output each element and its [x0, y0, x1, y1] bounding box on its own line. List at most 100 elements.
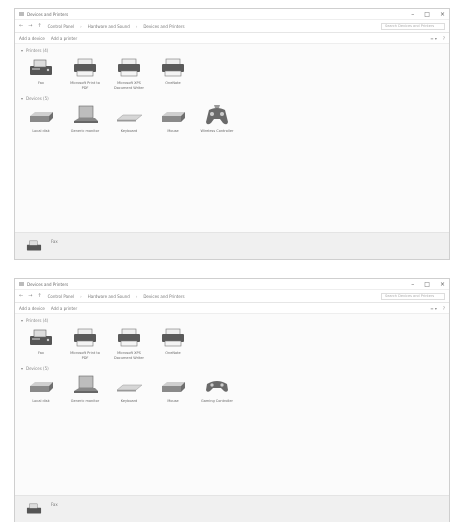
device-item-mouse[interactable]: Mouse: [155, 105, 191, 134]
printers-group-label: Printers (4): [26, 48, 49, 53]
breadcrumb-item[interactable]: Control Panel: [48, 24, 75, 29]
add-device-button[interactable]: Add a device: [19, 36, 45, 41]
printer-item-fax[interactable]: Fax: [23, 327, 59, 360]
printers-group-header[interactable]: ▾ Printers (4): [15, 314, 449, 325]
collapse-caret-icon[interactable]: ▾: [21, 366, 23, 371]
device-label: Local disk: [32, 399, 50, 403]
maximize-icon[interactable]: □: [424, 281, 430, 288]
device-item-mouse[interactable]: Mouse: [155, 375, 191, 404]
window-title: Devices and Printers: [27, 281, 69, 287]
fax-icon: [26, 240, 42, 251]
device-item-keyboard[interactable]: Keyboard: [111, 105, 147, 134]
printers-group-label: Printers (4): [26, 318, 49, 323]
printer-label: Fax: [38, 81, 44, 85]
breadcrumb-item[interactable]: Devices and Printers: [143, 294, 184, 299]
device-label: Generic monitor: [70, 399, 100, 403]
printer-item-fax[interactable]: Fax: [23, 57, 59, 90]
maximize-icon[interactable]: □: [424, 11, 430, 18]
device-item-keyboard[interactable]: Keyboard: [111, 375, 147, 404]
device-item-disk[interactable]: Local disk: [23, 375, 59, 404]
device-label: Keyboard: [120, 129, 138, 133]
view-options-icon[interactable]: ≡ ▾: [430, 36, 437, 41]
printer-icon: [70, 57, 100, 79]
add-printer-button[interactable]: Add a printer: [51, 306, 77, 311]
search-input[interactable]: Search Devices and Printers: [381, 292, 445, 300]
printer-icon: [158, 57, 188, 79]
printer-label: Fax: [38, 351, 44, 355]
minimize-icon[interactable]: –: [411, 11, 414, 18]
window-icon: [19, 282, 24, 286]
devices-list: Local disk Generic monitor Keyboard Mous…: [15, 373, 449, 406]
breadcrumb-separator-icon: ›: [80, 293, 82, 299]
address-bar: ← → ↑ Control Panel › Hardware and Sound…: [15, 290, 449, 303]
view-options-icon[interactable]: ≡ ▾: [430, 306, 437, 311]
devices-group-header[interactable]: ▾ Devices (5): [15, 362, 449, 373]
game-controller-icon: [202, 375, 232, 397]
forward-icon[interactable]: →: [28, 23, 32, 29]
collapse-caret-icon[interactable]: ▾: [21, 318, 23, 323]
collapse-caret-icon[interactable]: ▾: [21, 48, 23, 53]
minimize-icon[interactable]: –: [411, 281, 414, 288]
title-bar: Devices and Printers – □ ×: [15, 9, 449, 20]
forward-icon[interactable]: →: [28, 293, 32, 299]
device-item-controller[interactable]: Wireless Controller: [199, 105, 235, 134]
details-title: Fax: [51, 239, 58, 244]
collapse-caret-icon[interactable]: ▾: [21, 96, 23, 101]
device-item-disk[interactable]: Local disk: [23, 105, 59, 134]
game-controller-icon: [202, 105, 232, 127]
help-icon[interactable]: ?: [443, 306, 445, 311]
breadcrumb-item[interactable]: Hardware and Sound: [88, 24, 130, 29]
device-item-controller[interactable]: Gaming Controller: [199, 375, 235, 404]
printer-item-pdf[interactable]: Microsoft Print to PDF: [67, 57, 103, 90]
address-bar: ← → ↑ Control Panel › Hardware and Sound…: [15, 20, 449, 33]
printer-icon: [70, 327, 100, 349]
printer-label: Microsoft XPS Document Writer: [114, 351, 144, 360]
devices-list: Local disk Generic monitor Keyboard Mous…: [15, 103, 449, 136]
printer-item-pdf[interactable]: Microsoft Print to PDF: [67, 327, 103, 360]
printers-group-header[interactable]: ▾ Printers (4): [15, 44, 449, 55]
close-icon[interactable]: ×: [440, 11, 445, 18]
keyboard-icon: [114, 375, 144, 397]
printer-icon: [158, 327, 188, 349]
command-bar: Add a device Add a printer ≡ ▾ ?: [15, 303, 449, 314]
breadcrumb[interactable]: Control Panel › Hardware and Sound › Dev…: [48, 294, 185, 299]
laptop-icon: [70, 105, 100, 127]
device-label: Keyboard: [120, 399, 138, 403]
printers-list: Fax Microsoft Print to PDF Microsoft XPS…: [15, 55, 449, 92]
back-icon[interactable]: ←: [19, 293, 23, 299]
printer-item-xps[interactable]: Microsoft XPS Document Writer: [111, 57, 147, 90]
printer-item-xps[interactable]: Microsoft XPS Document Writer: [111, 327, 147, 360]
printer-label: OneNote: [165, 81, 181, 85]
hard-drive-icon: [26, 105, 56, 127]
printer-item-onenote[interactable]: OneNote: [155, 57, 191, 90]
breadcrumb-item[interactable]: Devices and Printers: [143, 24, 184, 29]
printer-icon: [114, 57, 144, 79]
breadcrumb-item[interactable]: Control Panel: [48, 294, 75, 299]
devices-group-header[interactable]: ▾ Devices (5): [15, 92, 449, 103]
title-bar: Devices and Printers – □ ×: [15, 279, 449, 290]
up-icon[interactable]: ↑: [37, 23, 41, 29]
add-printer-button[interactable]: Add a printer: [51, 36, 77, 41]
add-device-button[interactable]: Add a device: [19, 306, 45, 311]
breadcrumb-item[interactable]: Hardware and Sound: [88, 294, 130, 299]
device-item-monitor[interactable]: Generic monitor: [67, 105, 103, 134]
breadcrumb-separator-icon: ›: [80, 23, 82, 29]
up-icon[interactable]: ↑: [37, 293, 41, 299]
device-label: Mouse: [167, 399, 179, 403]
printer-label: Microsoft Print to PDF: [70, 351, 100, 360]
printer-label: Microsoft XPS Document Writer: [114, 81, 144, 90]
device-item-monitor[interactable]: Generic monitor: [67, 375, 103, 404]
printer-icon: [114, 327, 144, 349]
details-pane: Fax: [15, 232, 449, 259]
printer-label: OneNote: [165, 351, 181, 355]
breadcrumb[interactable]: Control Panel › Hardware and Sound › Dev…: [48, 24, 185, 29]
laptop-icon: [70, 375, 100, 397]
search-input[interactable]: Search Devices and Printers: [381, 22, 445, 30]
device-label: Generic monitor: [70, 129, 100, 133]
device-label: Wireless Controller: [200, 129, 234, 133]
drive-icon: [158, 105, 188, 127]
back-icon[interactable]: ←: [19, 23, 23, 29]
help-icon[interactable]: ?: [443, 36, 445, 41]
printer-item-onenote[interactable]: OneNote: [155, 327, 191, 360]
close-icon[interactable]: ×: [440, 281, 445, 288]
